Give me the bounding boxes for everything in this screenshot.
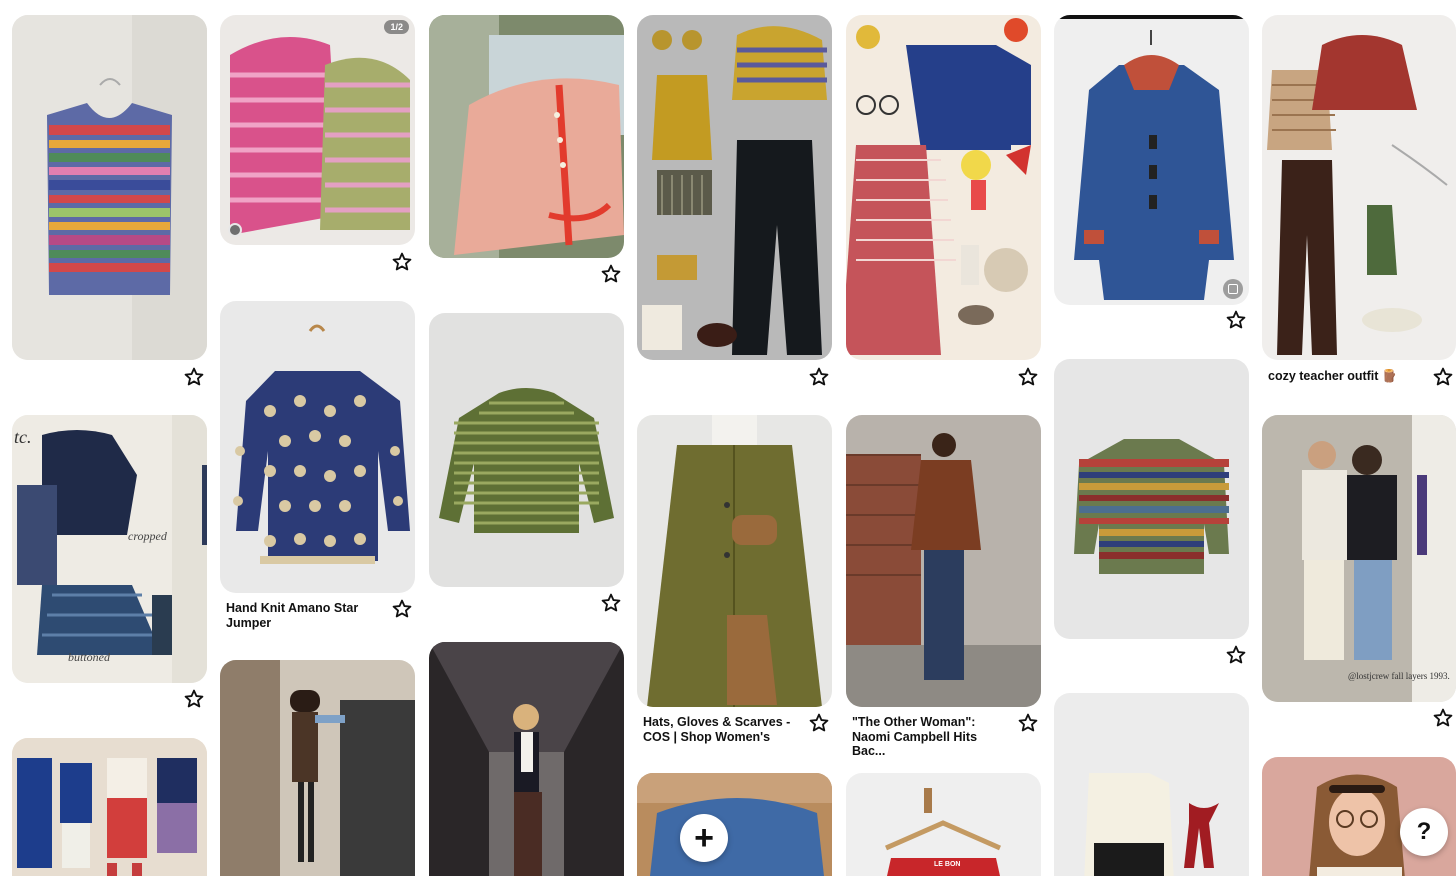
question-icon: ? [1416, 818, 1432, 845]
board-column-2: 1/2 Hand Knit Amano Star Jumper [220, 0, 415, 876]
save-star-icon[interactable] [600, 592, 622, 614]
pin-image[interactable] [1054, 359, 1249, 639]
pin-title: "The Other Woman": Naomi Campbell Hits B… [852, 715, 978, 758]
help-button[interactable]: ? [1400, 808, 1448, 856]
pin-image[interactable] [846, 15, 1041, 360]
other-woman-illustration [846, 415, 1041, 707]
pink-cardigan-illustration [429, 15, 624, 258]
tunnel-woman-illustration [429, 642, 624, 876]
save-star-icon[interactable] [391, 598, 413, 620]
add-pin-button[interactable]: + [680, 814, 728, 862]
pin-image[interactable] [637, 415, 832, 707]
cozy-teacher-illustration [1262, 15, 1456, 360]
pin-image[interactable]: @lostjcrew fall layers 1993. [1262, 415, 1456, 702]
pin-image[interactable] [1054, 15, 1249, 305]
pin-image[interactable]: 1/2 [220, 15, 415, 245]
save-star-icon[interactable] [1432, 366, 1454, 388]
page-count-badge: 1/2 [384, 20, 409, 34]
catalog-tc-text: tc. [14, 427, 32, 447]
pin-title: cozy teacher outfit 🪵 [1268, 369, 1398, 383]
pin-image[interactable] [1054, 693, 1249, 876]
chore-jacket-collage-illustration [846, 15, 1041, 360]
catalog-credit: @lostjcrew fall layers 1993. [1348, 671, 1450, 681]
green-stripe-illustration [429, 313, 624, 587]
board-column-5: "The Other Woman": Naomi Campbell Hits B… [846, 0, 1041, 876]
pin-image[interactable]: tc. cropped buttoned [12, 415, 207, 683]
save-star-icon[interactable] [1017, 366, 1039, 388]
pin-board: tc. cropped buttoned 1/2 Hand Knit Amano… [0, 0, 1456, 876]
board-column-7: cozy teacher outfit 🪵 @lostjcrew fall la… [1262, 0, 1456, 876]
save-star-icon[interactable] [183, 366, 205, 388]
brown-dress-street-illustration [220, 660, 415, 876]
board-column-3 [429, 0, 624, 876]
navy-catalog-illustration: tc. [12, 415, 207, 683]
pin-image[interactable] [12, 738, 207, 876]
pin-image[interactable] [220, 301, 415, 593]
board-column-4: Hats, Gloves & Scarves - COS | Shop Wome… [637, 0, 832, 876]
pin-image[interactable] [1262, 15, 1456, 360]
pin-title: Hats, Gloves & Scarves - COS | Shop Wome… [643, 715, 791, 744]
pin-image[interactable] [637, 15, 832, 360]
denim-coat-illustration [1054, 15, 1249, 305]
save-star-icon[interactable] [1017, 712, 1039, 734]
pin-image[interactable]: LE BON [846, 773, 1041, 876]
pin-image[interactable] [12, 15, 207, 360]
cream-cardigan-illustration [1054, 693, 1249, 876]
visual-search-icon[interactable] [1223, 279, 1243, 299]
save-star-icon[interactable] [808, 366, 830, 388]
striped-vest-illustration [12, 15, 207, 360]
sixties-girls-illustration [12, 738, 207, 876]
star-jumper-illustration [220, 301, 415, 593]
save-star-icon[interactable] [183, 688, 205, 710]
board-column-6 [1054, 0, 1249, 876]
save-star-icon[interactable] [391, 251, 413, 273]
save-star-icon[interactable] [1432, 707, 1454, 729]
save-star-icon[interactable] [1225, 309, 1247, 331]
board-column-1: tc. cropped buttoned [12, 0, 207, 876]
multistripe-sweater-illustration [1054, 359, 1249, 639]
save-star-icon[interactable] [1225, 644, 1247, 666]
plus-icon: + [694, 819, 714, 857]
mustard-outfit-collage-illustration [637, 15, 832, 360]
save-star-icon[interactable] [600, 263, 622, 285]
pin-image[interactable] [846, 415, 1041, 707]
creator-avatar[interactable] [228, 223, 242, 237]
pin-image[interactable] [220, 660, 415, 876]
catalog-buttoned-text: buttoned [68, 650, 110, 664]
jcrew-catalog-illustration [1262, 415, 1456, 702]
save-star-icon[interactable] [808, 712, 830, 734]
pin-image[interactable] [429, 642, 624, 876]
brand-tag: LE BON [934, 861, 961, 868]
pin-image[interactable] [429, 15, 624, 258]
blue-fuzzy-illustration [637, 773, 832, 876]
catalog-cropped-text: cropped [128, 529, 167, 543]
pink-green-sweaters-illustration [220, 15, 415, 245]
pin-title: Hand Knit Amano Star Jumper [226, 601, 359, 630]
pin-image[interactable] [429, 313, 624, 587]
olive-coat-illustration [637, 415, 832, 707]
pin-image[interactable] [637, 773, 832, 876]
